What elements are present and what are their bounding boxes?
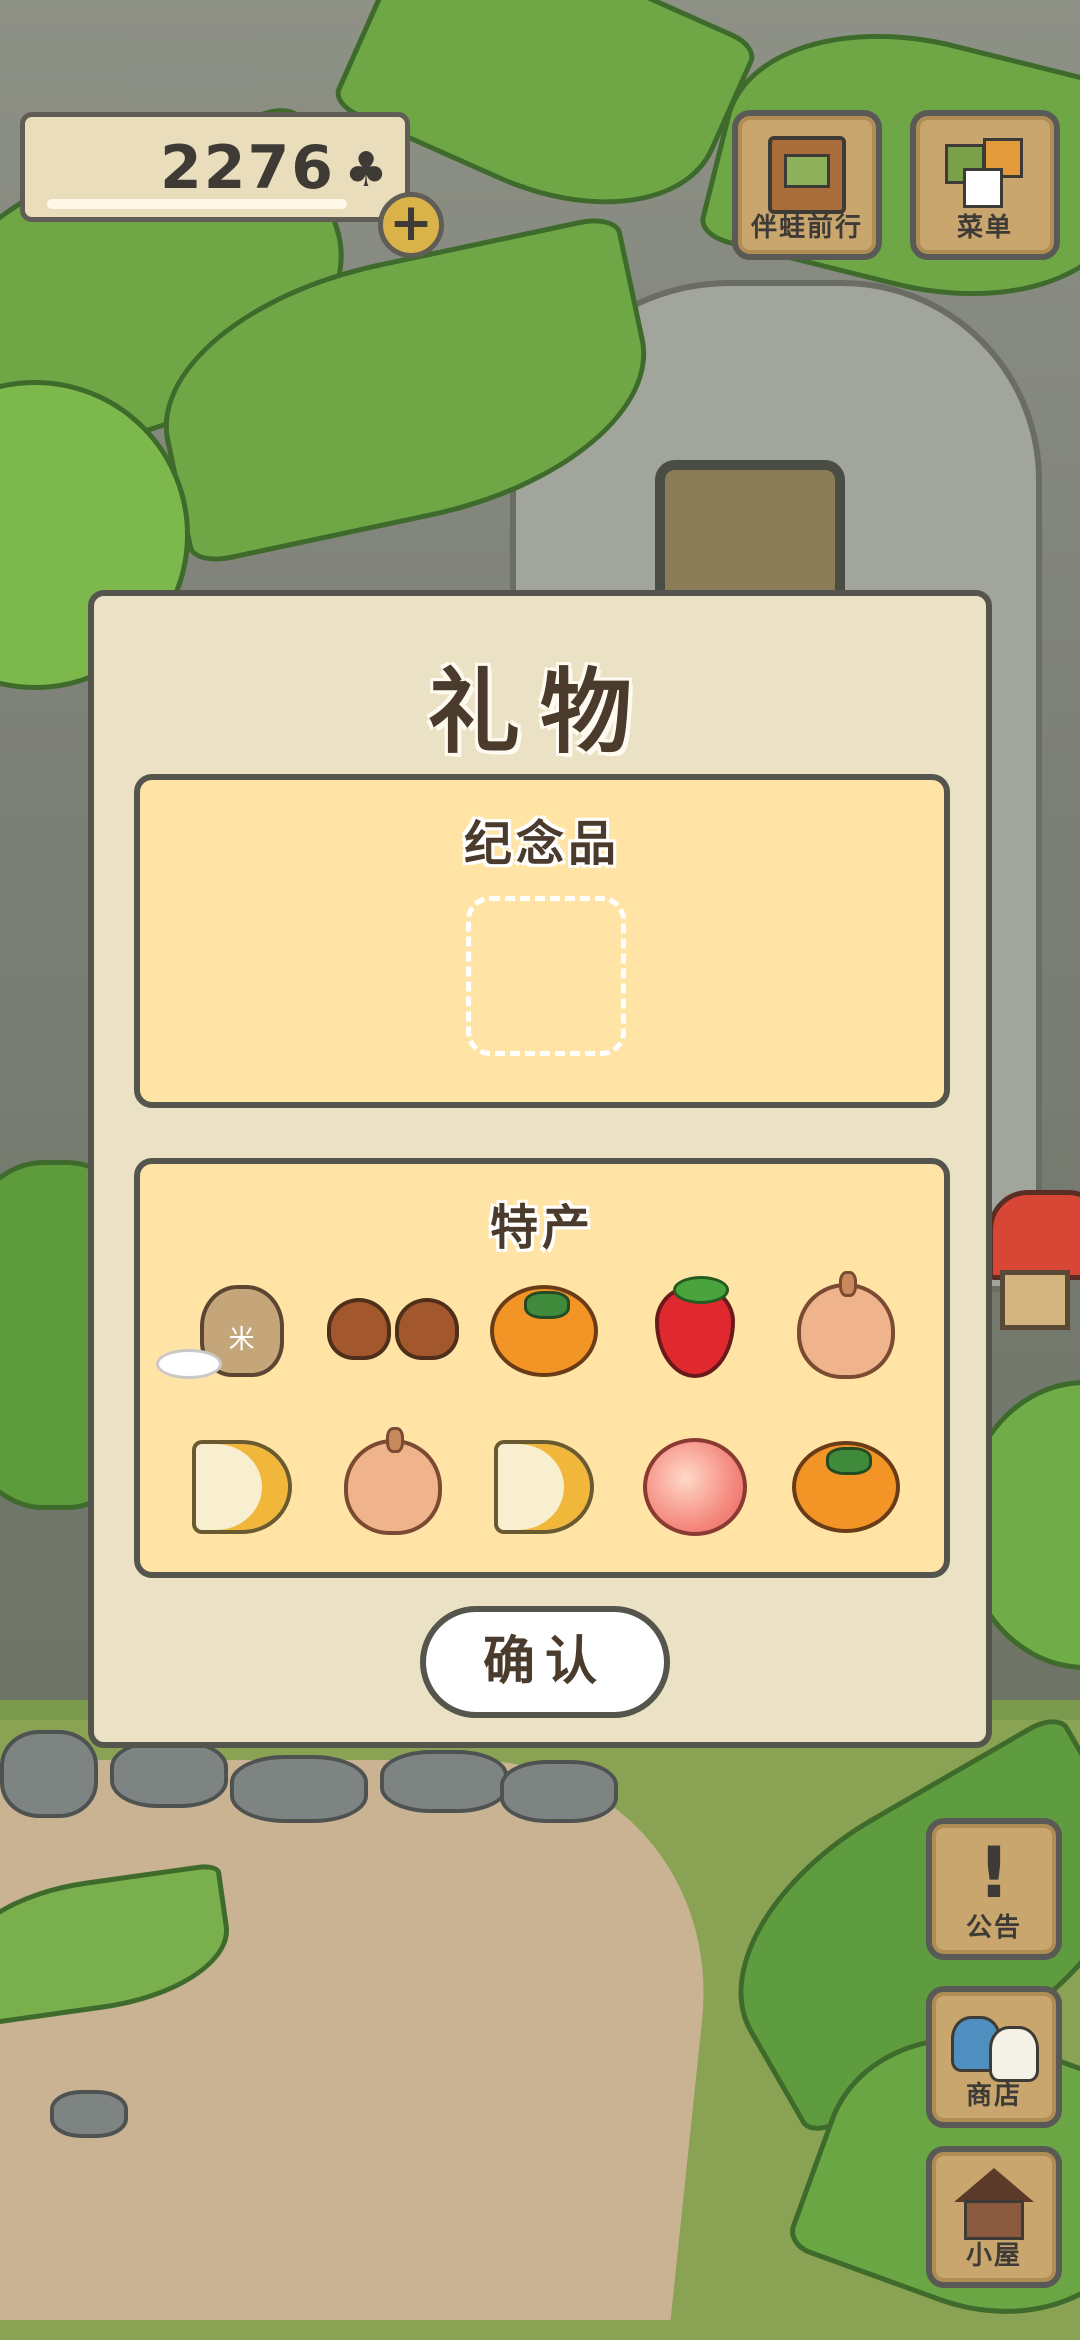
specialty-items-grid xyxy=(155,1271,922,1542)
specialty-title: 特产 xyxy=(489,1200,594,1256)
exclamation-icon: ! xyxy=(978,1832,1010,1914)
rice-bag-icon xyxy=(155,1285,284,1379)
travel-with-frog-button[interactable]: 伴蛙前行 xyxy=(732,110,882,260)
notice-label: 公告 xyxy=(965,1913,1022,1943)
clover-counter: 2276 ♣ xyxy=(20,112,410,222)
chestnuts-icon xyxy=(325,1298,461,1364)
add-clover-button[interactable]: + xyxy=(378,192,444,258)
house-icon xyxy=(954,2168,1034,2244)
specialty-item[interactable] xyxy=(468,1432,619,1542)
specialty-item[interactable] xyxy=(620,1276,771,1386)
album-icon xyxy=(768,136,846,214)
specialty-item[interactable] xyxy=(166,1432,317,1542)
souvenir-empty-slot[interactable] xyxy=(466,896,626,1056)
specialty-item[interactable] xyxy=(317,1276,468,1386)
shop-bags-icon xyxy=(949,2010,1039,2082)
persimmon-icon xyxy=(489,1285,598,1377)
house-label: 小屋 xyxy=(965,2241,1022,2271)
clover-bar xyxy=(47,199,347,209)
clover-count: 2276 xyxy=(160,133,335,203)
shop-label: 商店 xyxy=(965,2081,1022,2111)
menu-icon xyxy=(945,138,1025,208)
specialty-item[interactable] xyxy=(620,1432,771,1542)
menu-button[interactable]: 菜单 xyxy=(910,110,1060,260)
specialty-item[interactable] xyxy=(771,1432,922,1542)
souvenir-title: 纪念品 xyxy=(463,816,620,872)
persimmon-icon xyxy=(792,1441,901,1533)
stone xyxy=(0,1730,98,1818)
specialty-item[interactable] xyxy=(155,1276,317,1386)
notice-button[interactable]: ! 公告 xyxy=(926,1818,1062,1960)
cheese-icon xyxy=(191,1440,292,1534)
house-button[interactable]: 小屋 xyxy=(926,2146,1062,2288)
onion-icon xyxy=(797,1271,896,1379)
strawberry-icon xyxy=(655,1276,736,1378)
mailbox[interactable] xyxy=(988,1190,1080,1280)
menu-label: 菜单 xyxy=(956,213,1013,243)
dirt-path xyxy=(0,1760,730,2320)
stone xyxy=(380,1750,508,1813)
stone xyxy=(110,1740,228,1808)
stone xyxy=(50,2090,128,2138)
specialty-item[interactable] xyxy=(468,1276,619,1386)
gift-dialog: 礼物 纪念品 特产 确认 xyxy=(88,590,992,1748)
cheese-icon xyxy=(493,1440,594,1534)
specialty-item[interactable] xyxy=(771,1271,922,1386)
clover-icon: ♣ xyxy=(344,142,388,198)
shop-button[interactable]: 商店 xyxy=(926,1986,1062,2128)
mailbox-post xyxy=(1000,1270,1070,1330)
specialty-panel: 特产 xyxy=(134,1158,950,1578)
confirm-button[interactable]: 确认 xyxy=(420,1606,670,1718)
onion-icon xyxy=(343,1427,442,1535)
travel-with-frog-label: 伴蛙前行 xyxy=(750,213,863,243)
stone xyxy=(500,1760,618,1823)
specialty-item[interactable] xyxy=(317,1427,468,1542)
peach-icon xyxy=(643,1438,748,1536)
stone xyxy=(230,1755,368,1823)
souvenir-panel: 纪念品 xyxy=(134,774,950,1108)
dialog-title: 礼物 xyxy=(427,659,652,766)
